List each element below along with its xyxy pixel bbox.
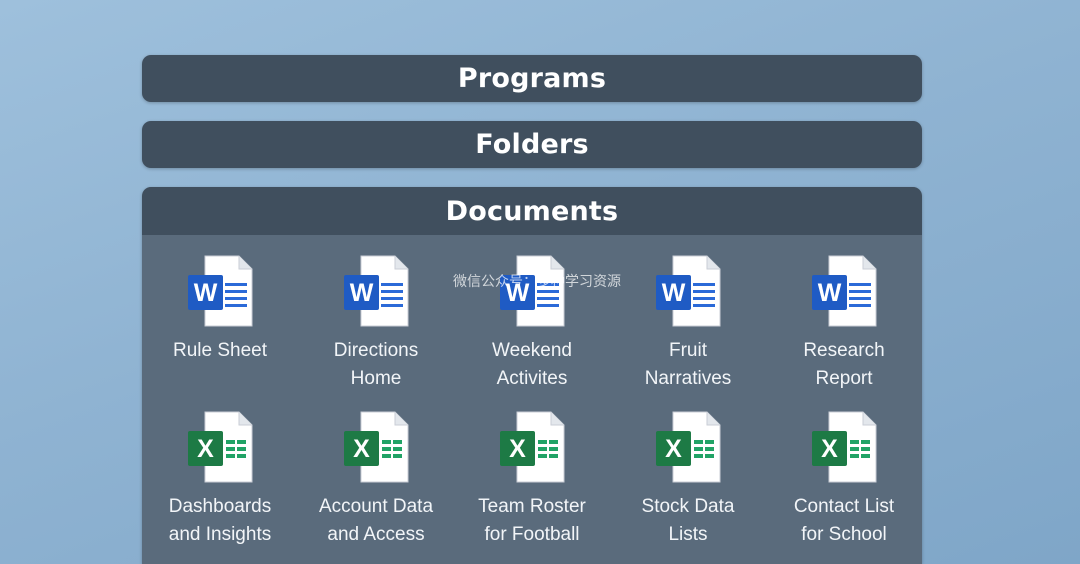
word-document-icon: W: [499, 255, 565, 327]
word-document-item[interactable]: W Directions Home: [298, 255, 454, 411]
document-label-line: and Insights: [168, 524, 272, 545]
programs-section-button[interactable]: Programs: [142, 55, 922, 102]
svg-text:W: W: [350, 279, 374, 307]
svg-text:X: X: [197, 435, 214, 463]
documents-section-header[interactable]: Documents: [142, 187, 922, 235]
document-label: Stock Data Lists: [613, 493, 763, 549]
document-label-line: Lists: [668, 524, 708, 545]
programs-title: Programs: [457, 63, 607, 94]
word-document-item[interactable]: W Weekend Activites: [454, 255, 610, 411]
svg-text:X: X: [665, 435, 682, 463]
document-label: Research Report: [769, 337, 919, 393]
document-label-line: Fruit: [669, 340, 707, 361]
svg-text:W: W: [194, 279, 218, 307]
document-label: Fruit Narratives: [613, 337, 763, 393]
document-label-line: and Access: [327, 524, 425, 545]
svg-text:W: W: [506, 279, 530, 307]
document-label-line: Contact List: [793, 496, 895, 517]
document-label-line: Account Data: [318, 496, 434, 517]
document-label-line: Rule Sheet: [172, 340, 267, 361]
document-label: Weekend Activites: [457, 337, 607, 393]
word-document-item[interactable]: W Rule Sheet: [142, 255, 298, 411]
document-label-line: Home: [350, 368, 402, 389]
excel-spreadsheet-item[interactable]: X Team Roster for Football: [454, 411, 610, 564]
folders-title: Folders: [475, 129, 589, 160]
document-label: Team Roster for Football: [457, 493, 607, 549]
word-document-item[interactable]: W Fruit Narratives: [610, 255, 766, 411]
document-label-line: for School: [801, 524, 887, 545]
word-document-item[interactable]: W Research Report: [766, 255, 922, 411]
document-label: Directions Home: [301, 337, 451, 393]
excel-spreadsheet-item[interactable]: X Account Data and Access: [298, 411, 454, 564]
excel-spreadsheet-icon: X: [187, 411, 253, 483]
document-label-line: for Football: [484, 524, 580, 545]
document-label-line: Research: [803, 340, 885, 361]
document-label-line: Activites: [496, 368, 568, 389]
document-label-line: Narratives: [644, 368, 732, 389]
document-label-line: Dashboards: [168, 496, 272, 517]
folders-section-button[interactable]: Folders: [142, 121, 922, 168]
word-document-icon: W: [187, 255, 253, 327]
excel-spreadsheet-item[interactable]: X Stock Data Lists: [610, 411, 766, 564]
document-label-line: Report: [815, 368, 873, 389]
word-document-icon: W: [343, 255, 409, 327]
excel-spreadsheet-icon: X: [655, 411, 721, 483]
excel-spreadsheet-item[interactable]: X Contact List for School: [766, 411, 922, 564]
word-document-icon: W: [811, 255, 877, 327]
svg-text:W: W: [662, 279, 686, 307]
document-label: Dashboards and Insights: [145, 493, 295, 549]
document-label: Account Data and Access: [301, 493, 451, 549]
document-label: Rule Sheet: [145, 337, 295, 365]
svg-text:X: X: [821, 435, 838, 463]
svg-text:X: X: [509, 435, 526, 463]
excel-spreadsheet-icon: X: [499, 411, 565, 483]
documents-panel: Documents W Rule Sheet W Directions Home …: [142, 187, 922, 564]
document-label-line: Weekend: [492, 340, 572, 361]
document-label-line: Stock Data: [641, 496, 735, 517]
word-document-icon: W: [655, 255, 721, 327]
document-label: Contact List for School: [769, 493, 919, 549]
excel-spreadsheet-icon: X: [811, 411, 877, 483]
document-label-line: Directions: [333, 340, 419, 361]
documents-title: Documents: [445, 195, 619, 227]
svg-text:X: X: [353, 435, 370, 463]
excel-spreadsheet-item[interactable]: X Dashboards and Insights: [142, 411, 298, 564]
document-label-line: Team Roster: [478, 496, 586, 517]
excel-spreadsheet-icon: X: [343, 411, 409, 483]
svg-text:W: W: [818, 279, 842, 307]
documents-grid: W Rule Sheet W Directions Home W Weekend A…: [142, 235, 922, 564]
